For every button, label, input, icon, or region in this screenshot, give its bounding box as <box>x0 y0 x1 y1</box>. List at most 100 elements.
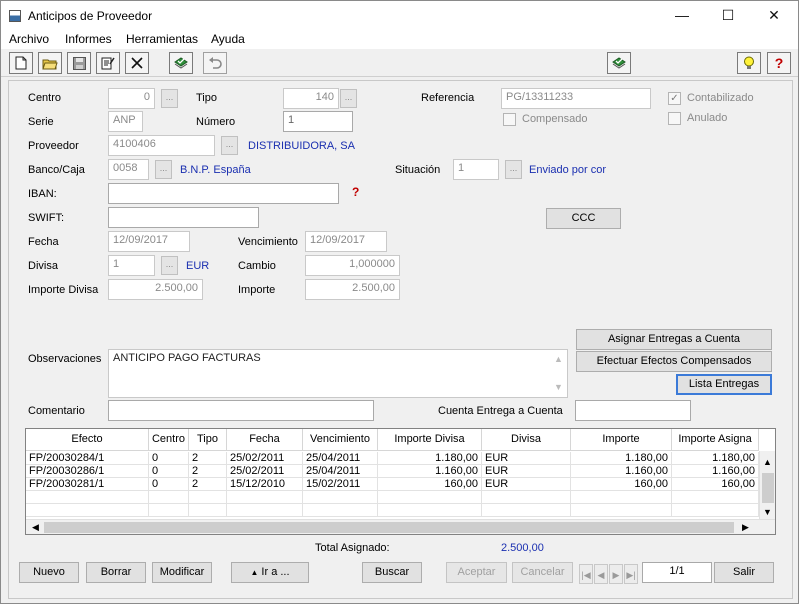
close-button[interactable]: ✕ <box>751 1 797 31</box>
next-record-icon[interactable]: ▶ <box>609 564 623 584</box>
column-header[interactable]: Vencimiento <box>303 429 378 450</box>
serie-field[interactable]: ANP <box>108 111 143 132</box>
menu-archivo[interactable]: Archivo <box>9 32 49 46</box>
column-header[interactable]: Efecto <box>26 429 149 450</box>
scroll-left-arrow[interactable]: ◀ <box>28 520 43 534</box>
column-header[interactable]: Fecha <box>227 429 303 450</box>
cancelar-button[interactable]: Cancelar <box>512 562 573 583</box>
minimize-button[interactable]: — <box>659 1 705 31</box>
first-record-icon[interactable]: |◀ <box>579 564 593 584</box>
referencia-field[interactable]: PG/13311233 <box>501 88 651 109</box>
cuenta-entrega-field[interactable] <box>575 400 691 421</box>
centro-lookup-button[interactable]: ... <box>161 89 178 108</box>
divisa-field[interactable]: 1 <box>108 255 155 276</box>
cambio-field[interactable]: 1,000000 <box>305 255 400 276</box>
swift-field[interactable] <box>108 207 259 228</box>
situacion-lookup-button[interactable]: ... <box>505 160 522 179</box>
total-asignado-value: 2.500,00 <box>501 542 544 554</box>
table-row[interactable]: FP/20030281/1 0 2 15/12/2010 15/02/2011 … <box>26 478 759 491</box>
table-cell: 1.180,00 <box>378 452 482 464</box>
column-header[interactable]: Divisa <box>482 429 571 450</box>
table-row <box>26 491 759 504</box>
help-icon[interactable]: ? <box>767 52 791 74</box>
column-header[interactable]: Importe Asigna <box>672 429 759 450</box>
scroll-thumb[interactable] <box>44 522 734 533</box>
menu-ayuda[interactable]: Ayuda <box>211 32 245 46</box>
menu-informes[interactable]: Informes <box>65 32 112 46</box>
numero-field[interactable]: 1 <box>283 111 353 132</box>
importe-divisa-field[interactable]: 2.500,00 <box>108 279 203 300</box>
centro-field[interactable]: 0 <box>108 88 155 109</box>
lista-entregas-button[interactable]: Lista Entregas <box>676 374 772 395</box>
aceptar-button[interactable]: Aceptar <box>446 562 507 583</box>
modificar-button[interactable]: Modificar <box>152 562 212 583</box>
asignar-entregas-button[interactable]: Asignar Entregas a Cuenta <box>576 329 772 350</box>
column-header[interactable]: Importe Divisa <box>378 429 482 450</box>
last-record-icon[interactable]: ▶| <box>624 564 638 584</box>
scroll-right-arrow[interactable]: ▶ <box>738 520 753 534</box>
vencimiento-field[interactable]: 12/09/2017 <box>305 231 387 252</box>
importe-label: Importe <box>238 284 276 296</box>
table-cell: 2 <box>189 465 227 477</box>
table-cell: EUR <box>482 478 571 490</box>
observaciones-textarea[interactable]: ANTICIPO PAGO FACTURAS <box>108 349 568 398</box>
menu-herramientas[interactable]: Herramientas <box>126 32 198 46</box>
observaciones-label: Observaciones <box>28 353 102 365</box>
column-header[interactable]: Centro <box>149 429 189 450</box>
tipo-field[interactable]: 140 <box>283 88 339 109</box>
help-icon[interactable]: ? <box>352 185 359 199</box>
page-indicator: 1/1 <box>642 562 712 583</box>
salir-button[interactable]: Salir <box>714 562 774 583</box>
comentario-field[interactable] <box>108 400 374 421</box>
compensado-checkbox[interactable] <box>503 113 516 126</box>
maximize-button[interactable]: ☐ <box>705 1 751 31</box>
book-check-icon[interactable] <box>169 52 193 74</box>
table-header: Efecto Centro Tipo Fecha Vencimiento Imp… <box>26 429 759 451</box>
banco-lookup-button[interactable]: ... <box>155 160 172 179</box>
iban-field[interactable] <box>108 183 339 204</box>
edit-icon[interactable] <box>96 52 120 74</box>
proveedor-lookup-button[interactable]: ... <box>221 136 238 155</box>
anulado-checkbox[interactable] <box>668 112 681 125</box>
contabilizado-checkbox[interactable]: ✓ <box>668 92 681 105</box>
table-row[interactable]: FP/20030284/1 0 2 25/02/2011 25/04/2011 … <box>26 452 759 465</box>
vertical-scrollbar[interactable]: ▲ ▼ <box>759 451 775 519</box>
table-cell: FP/20030281/1 <box>26 478 149 490</box>
nuevo-button[interactable]: Nuevo <box>19 562 79 583</box>
scroll-down-arrow[interactable]: ▼ <box>760 505 775 520</box>
situacion-field[interactable]: 1 <box>453 159 499 180</box>
table-cell: EUR <box>482 465 571 477</box>
borrar-button[interactable]: Borrar <box>86 562 146 583</box>
lightbulb-icon[interactable] <box>737 52 761 74</box>
open-folder-icon[interactable] <box>38 52 62 74</box>
scroll-up-arrow[interactable]: ▲ <box>551 352 566 367</box>
fecha-field[interactable]: 12/09/2017 <box>108 231 190 252</box>
undo-icon[interactable] <box>203 52 227 74</box>
horizontal-scrollbar[interactable]: ◀ ▶ <box>26 519 775 534</box>
divisa-lookup-button[interactable]: ... <box>161 256 178 275</box>
tipo-lookup-button[interactable]: ... <box>340 89 357 108</box>
proveedor-field[interactable]: 4100406 <box>108 135 215 156</box>
scroll-thumb[interactable] <box>762 473 774 503</box>
column-header[interactable]: Importe <box>571 429 672 450</box>
comentario-label: Comentario <box>28 405 85 417</box>
book-check-icon[interactable] <box>607 52 631 74</box>
caret-up-icon: ▲ <box>250 568 259 577</box>
efectuar-efectos-button[interactable]: Efectuar Efectos Compensados <box>576 351 772 372</box>
previous-record-icon[interactable]: ◀ <box>594 564 608 584</box>
ccc-button[interactable]: CCC <box>546 208 621 229</box>
importe-field[interactable]: 2.500,00 <box>305 279 400 300</box>
table-cell: 0 <box>149 478 189 490</box>
scroll-up-arrow[interactable]: ▲ <box>760 455 775 470</box>
scroll-down-arrow[interactable]: ▼ <box>551 380 566 395</box>
table-row[interactable]: FP/20030286/1 0 2 25/02/2011 25/04/2011 … <box>26 465 759 478</box>
buscar-button[interactable]: Buscar <box>362 562 422 583</box>
column-header[interactable]: Tipo <box>189 429 227 450</box>
swift-label: SWIFT: <box>28 212 65 224</box>
save-icon[interactable] <box>67 52 91 74</box>
delete-icon[interactable] <box>125 52 149 74</box>
table-cell: FP/20030286/1 <box>26 465 149 477</box>
new-document-icon[interactable] <box>9 52 33 74</box>
ir-a-button[interactable]: ▲ Ir a ... <box>231 562 309 583</box>
banco-field[interactable]: 0058 <box>108 159 149 180</box>
